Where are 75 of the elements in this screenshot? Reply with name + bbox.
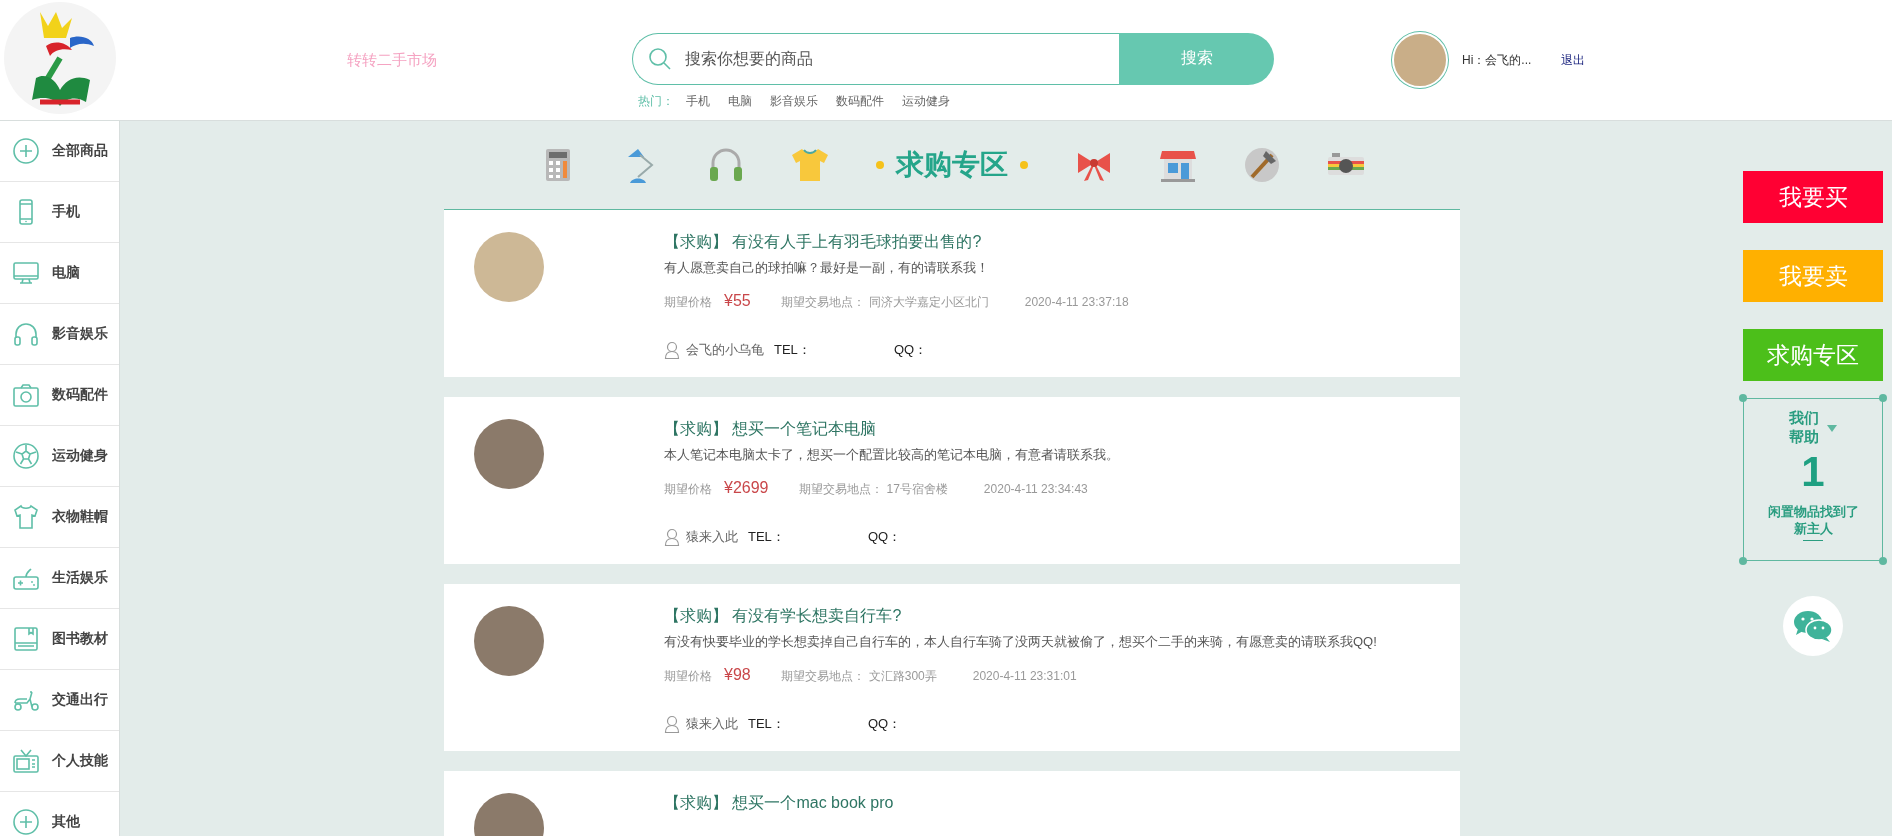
tel-label: TEL：: [748, 528, 786, 546]
price-label: 期望价格: [664, 294, 712, 311]
user-icon: [664, 528, 680, 546]
search-field[interactable]: 搜索你想要的商品: [632, 32, 1119, 85]
shirt-icon: [12, 503, 40, 531]
section-heading: 求购专区: [896, 148, 1008, 182]
user-icon: [664, 341, 680, 359]
place-label: 期望交易地点：: [780, 668, 865, 685]
user-icon: [664, 715, 680, 733]
help-count: 1: [1801, 447, 1825, 497]
user-name: 猿来入此: [686, 528, 738, 546]
price: ¥98: [724, 666, 751, 684]
sidebar-item[interactable]: 运动健身: [0, 426, 119, 487]
tv-icon: [12, 747, 40, 775]
place: 17号宿舍楼: [886, 481, 948, 498]
post-title[interactable]: 【求购】 想买一个mac book pro: [664, 791, 1420, 815]
dot-icon: [1020, 161, 1028, 169]
price: ¥2699: [724, 479, 769, 497]
logout-link[interactable]: 退出: [1561, 51, 1586, 69]
underline-rule: [1803, 540, 1823, 541]
action-button[interactable]: 我要买: [1743, 171, 1883, 223]
user-name: 猿来入此: [686, 715, 738, 733]
dot-icon: [876, 161, 884, 169]
headphones-icon: [12, 320, 40, 348]
hot-label: 热门：: [638, 92, 674, 110]
qq-label: QQ：: [868, 715, 902, 733]
sidebar-item[interactable]: 全部商品: [0, 121, 119, 182]
place-label: 期望交易地点：: [780, 294, 865, 311]
sidebar-item[interactable]: 数码配件: [0, 365, 119, 426]
post-description: 有没有快要毕业的学长想卖掉自己自行车的，本人自行车骑了没两天就被偷了，想买个二手的来骑，有愿意卖的请联系我QQ!: [664, 633, 1378, 651]
sidebar-item[interactable]: 生活娱乐: [0, 548, 119, 609]
monitor-icon: [12, 259, 40, 287]
qq-label: QQ：: [894, 341, 928, 359]
sidebar-item[interactable]: 电脑: [0, 243, 119, 304]
hot-link[interactable]: 数码配件: [836, 92, 884, 110]
hot-link[interactable]: 影音娱乐: [770, 92, 818, 110]
price: ¥55: [724, 292, 751, 310]
avatar-photo[interactable]: [1392, 32, 1448, 88]
chat-bubbles-icon: [1793, 609, 1833, 643]
post-description: 本人笔记本电脑太卡了，想买一个配置比较高的笔记本电脑，有意者请联系我。: [664, 446, 1120, 464]
sidebar-item[interactable]: 其他: [0, 792, 119, 836]
hot-link[interactable]: 电脑: [728, 92, 752, 110]
tel-label: TEL：: [774, 341, 812, 359]
place: 文汇路300弄: [868, 668, 937, 685]
qq-label: QQ：: [868, 528, 902, 546]
sidebar-item[interactable]: 个人技能: [0, 731, 119, 792]
post-time: 2020-4-11 23:34:43: [983, 482, 1088, 496]
hot-link[interactable]: 手机: [686, 92, 710, 110]
hot-link[interactable]: 运动健身: [902, 92, 950, 110]
post-title[interactable]: 【求购】 想买一个笔记本电脑: [664, 417, 1420, 441]
sidebar-item[interactable]: 图书教材: [0, 609, 119, 670]
post-time: 2020-4-11 23:31:01: [972, 669, 1077, 683]
sidebar-item[interactable]: 衣物鞋帽: [0, 487, 119, 548]
help-caption: 闲置物品找到了新主人: [1766, 503, 1860, 537]
caret-icon[interactable]: [1827, 424, 1837, 432]
post-description: 有人愿意卖自己的球拍嘛？最好是一副，有的请联系我！: [664, 259, 990, 277]
book-icon: [12, 625, 40, 653]
sidebar-item[interactable]: 交通出行: [0, 670, 119, 731]
sidebar-item[interactable]: 影音娱乐: [0, 304, 119, 365]
place-label: 期望交易地点：: [798, 481, 883, 498]
price-label: 期望价格: [664, 668, 712, 685]
sidebar-item[interactable]: 手机: [0, 182, 119, 243]
tel-label: TEL：: [748, 715, 786, 733]
place: 同济大学嘉定小区北门: [868, 294, 989, 311]
plus-circle-icon: [12, 808, 40, 836]
camera-icon: [12, 381, 40, 409]
post-time: 2020-4-11 23:37:18: [1024, 295, 1129, 309]
post-title[interactable]: 【求购】 有没有学长想卖自行车?: [664, 604, 1420, 628]
soccer-ball-icon: [12, 442, 40, 470]
help-title: 我们帮助: [1789, 409, 1819, 447]
user-greeting: Hi：会飞的...: [1462, 51, 1532, 69]
price-label: 期望价格: [664, 481, 712, 498]
user-name: 会飞的小乌龟: [686, 341, 764, 359]
post-title[interactable]: 【求购】 有没有人手上有羽毛球拍要出售的?: [664, 230, 1420, 254]
plus-circle-icon: [12, 137, 40, 165]
